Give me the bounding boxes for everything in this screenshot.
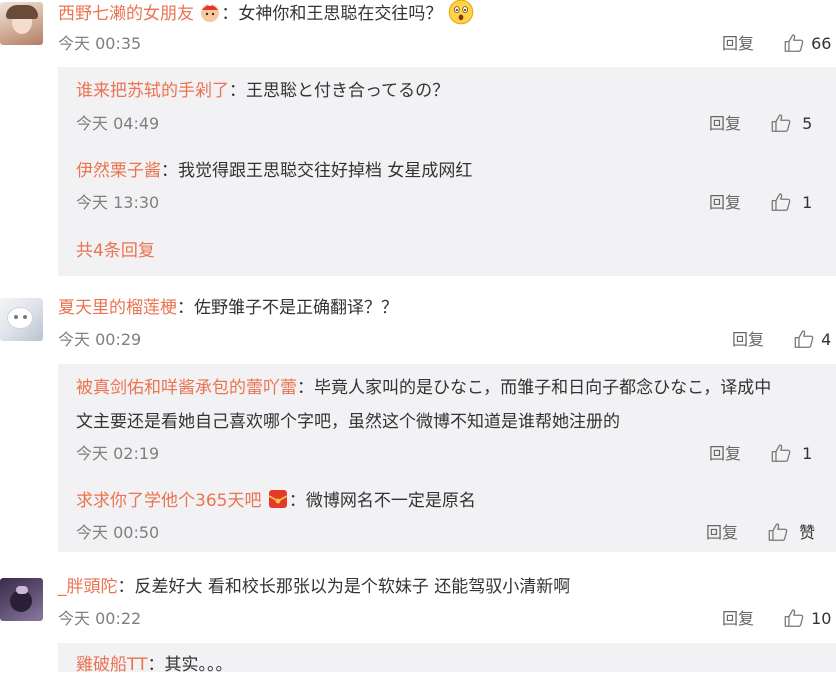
comment-text: 女神你和王思聪在交往吗？ [238,4,443,24]
reply-text-row: 被真剑佑和咩酱承包的蕾吖蕾：毕竟人家叫的是ひなこ，而雏子和日向子都念ひなこ，译成… [76,376,771,400]
thumbs-up-icon [783,32,805,54]
thumbs-up-icon [770,442,792,464]
reply-time: 今天 00:50 [76,523,160,542]
shocked-face-emoji-icon [448,0,474,25]
comment-time: 今天 00:22 [58,609,142,628]
separator: ： [229,81,246,101]
reply-text: 毕竟人家叫的是ひなこ，而雏子和日向子都念ひなこ，译成中 [314,378,772,398]
like-count: 10 [811,609,832,628]
username-link[interactable]: 雞破船TT [76,655,147,675]
thumbs-up-icon [793,328,815,350]
reply-time: 今天 04:49 [76,114,160,133]
username-link[interactable]: 夏天里的榴莲梗 [58,298,177,318]
separator: ： [147,655,165,675]
reply-text-continued: 文主要还是看她自己喜欢哪个字吧，虽然这个微博不知道是谁帮她注册的 [76,412,620,432]
separator: ： [161,161,178,181]
like-button[interactable]: 10 [783,609,831,628]
like-button[interactable]: 4 [793,330,831,349]
username-link[interactable]: 被真剑佑和咩酱承包的蕾吖蕾 [76,378,297,398]
reply-text: 王思聡と付き合ってるの？ [246,81,450,101]
like-count: 66 [811,34,832,53]
reply-button[interactable]: 回复 [709,444,741,463]
comment-text-row: _胖頭陀：反差好大 看和校长那张以为是个软妹子 还能驾驭小清新啊 [58,575,570,599]
username-link[interactable]: 求求你了学他个365天吧 [76,491,261,511]
red-envelope-badge-icon [268,490,288,508]
reply-time: 今天 02:19 [76,444,160,463]
reply-text: 微博网名不一定是原名 [305,491,476,511]
like-count: 5 [802,114,813,133]
comment-time: 今天 00:29 [58,330,142,349]
reply-actions: 回复 1 [709,191,812,215]
reply-button[interactable]: 回复 [722,34,754,53]
reply-actions: 回复 5 [709,112,812,136]
comment-text: 佐野雏子不是正确翻译？？ [194,298,398,318]
like-count: 1 [802,193,813,212]
thumbs-up-icon [767,521,789,543]
username-link[interactable]: 西野七濑的女朋友 [58,4,194,24]
red-hat-badge-icon [201,2,220,22]
like-button[interactable]: 66 [783,34,831,53]
reply-button[interactable]: 回复 [709,193,741,212]
separator: ： [288,491,306,511]
comment-actions: 回复 4 [732,328,831,352]
reply-text-row: 雞破船TT：其实。。。 [76,653,232,677]
username-link[interactable]: 谁来把苏轼的手剁了 [76,81,229,101]
like-button[interactable]: 1 [770,444,812,463]
reply-button[interactable]: 回复 [732,330,764,349]
comment-actions: 回复 10 [722,607,831,631]
username-link[interactable]: _胖頭陀 [58,577,118,597]
avatar[interactable] [0,2,43,45]
reply-actions: 回复 赞 [706,521,815,545]
reply-actions: 回复 1 [709,442,812,466]
comment-text: 反差好大 看和校长那张以为是个软妹子 还能驾驭小清新啊 [134,577,571,597]
reply-button[interactable]: 回复 [706,523,738,542]
avatar[interactable] [0,578,43,621]
like-count: 赞 [799,523,816,542]
separator: ： [221,4,239,24]
reply-button[interactable]: 回复 [722,609,754,628]
username-link[interactable]: 伊然栗子酱 [76,161,161,181]
reply-text-row: 求求你了学他个365天吧 ：微博网名不一定是原名 [76,489,476,513]
reply-text: 其实。。。 [164,655,233,675]
reply-button[interactable]: 回复 [709,114,741,133]
separator: ： [177,298,194,318]
separator: ： [117,577,135,597]
avatar[interactable] [0,298,43,341]
reply-text-row: 伊然栗子酱：我觉得跟王思聪交往好掉档 女星成网红 [76,159,472,183]
thumbs-up-icon [783,607,805,629]
like-button[interactable]: 赞 [767,523,815,542]
reply-time: 今天 13:30 [76,193,160,212]
reply-text-row: 谁来把苏轼的手剁了：王思聡と付き合ってるの？ [76,79,449,103]
reply-text: 我觉得跟王思聪交往好掉档 女星成网红 [178,161,473,181]
like-count: 1 [802,444,813,463]
separator: ： [297,378,314,398]
comment-text-row: 西野七濑的女朋友 ：女神你和王思聪在交往吗？ [58,0,474,27]
more-replies-link[interactable]: 共4条回复 [76,239,155,263]
comment-time: 今天 00:35 [58,34,142,53]
like-button[interactable]: 1 [770,193,812,212]
thumbs-up-icon [770,191,792,213]
comment-text-row: 夏天里的榴莲梗：佐野雏子不是正确翻译？？ [58,296,398,320]
thumbs-up-icon [770,112,792,134]
like-button[interactable]: 5 [770,114,812,133]
like-count: 4 [821,330,832,349]
comment-actions: 回复 66 [722,32,831,56]
